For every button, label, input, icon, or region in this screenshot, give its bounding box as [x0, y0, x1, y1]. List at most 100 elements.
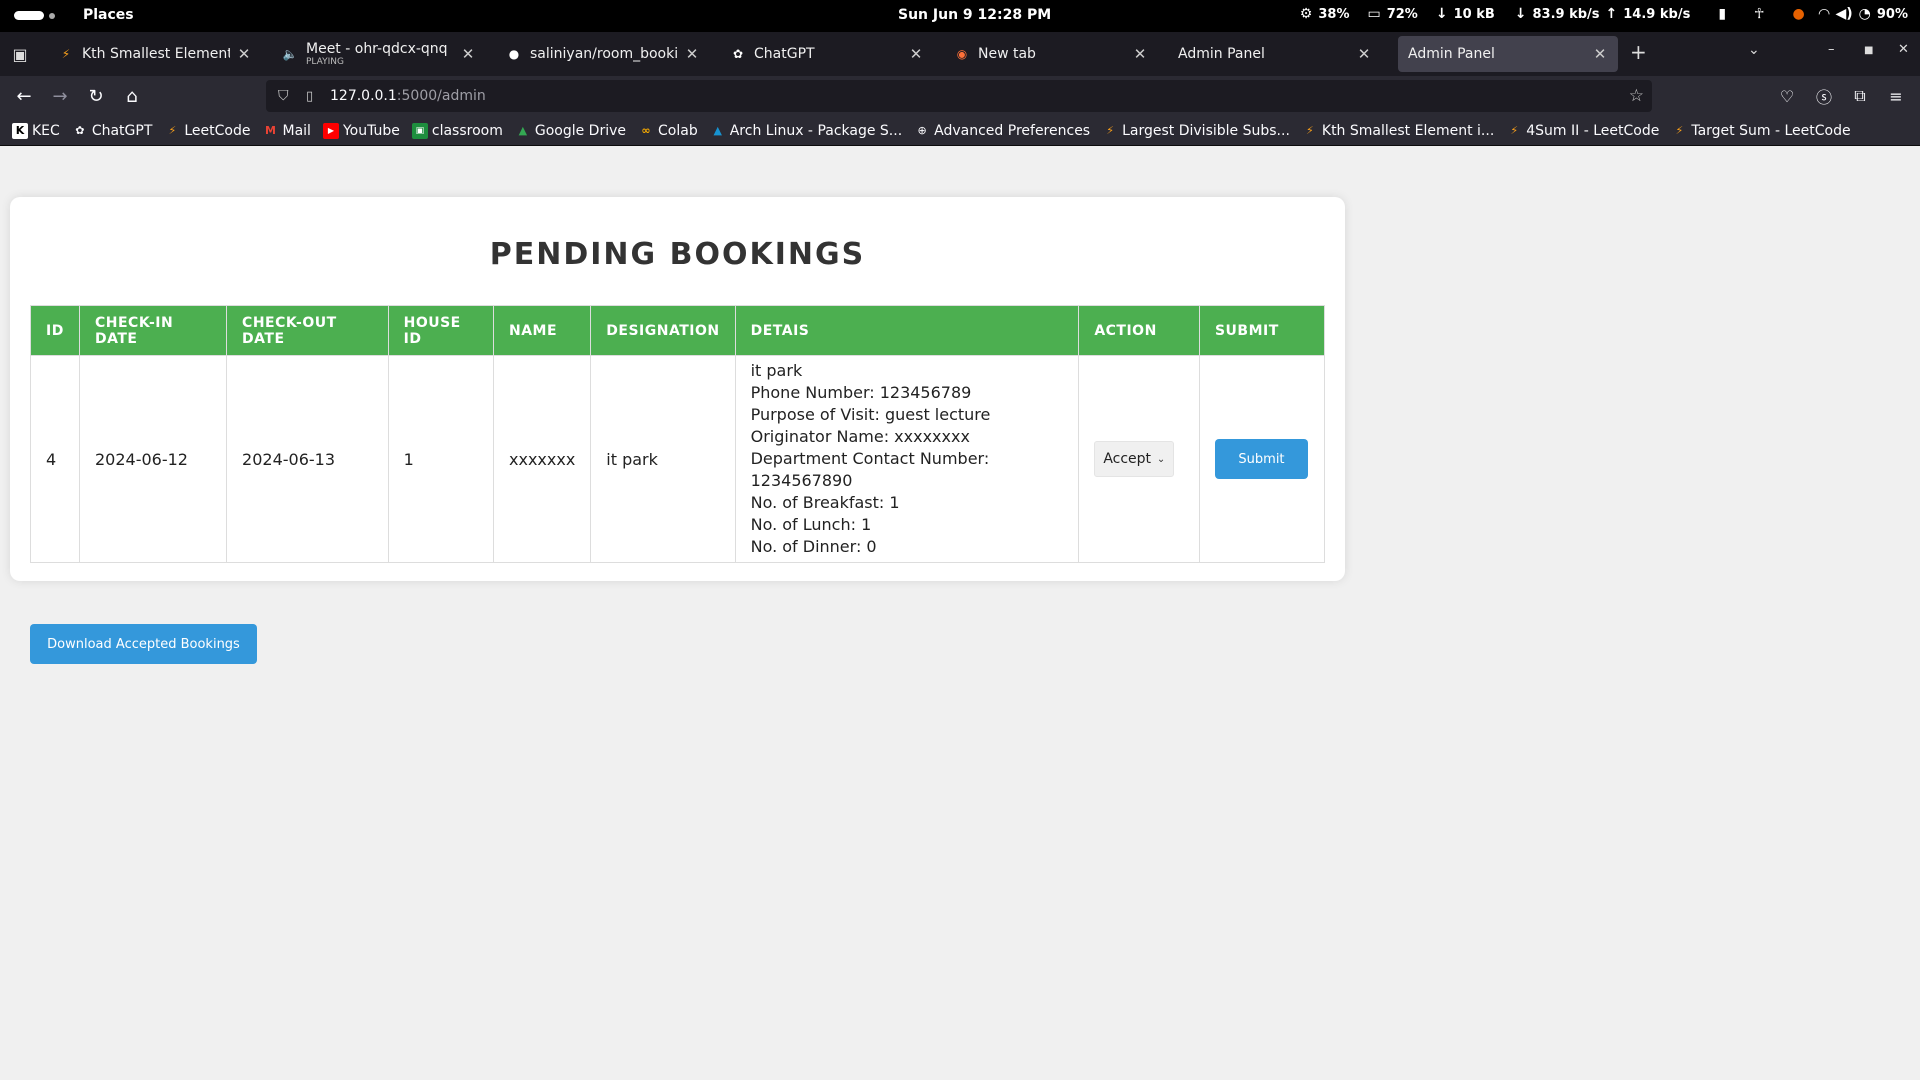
column-header-details: Detais — [734, 305, 1080, 356]
bookmark-arch-linux[interactable]: ▲ Arch Linux - Package S... — [710, 123, 902, 139]
submit-button[interactable]: Submit — [1214, 439, 1308, 479]
bookmark-classroom[interactable]: ▣ classroom — [411, 122, 503, 139]
browser-tab-strip: ▣ ⚡ Kth Smallest Element in a ✕ 🔈 Meet -… — [0, 32, 1920, 76]
details-dept-contact: Department Contact Number: 1234567890 — [750, 449, 990, 490]
tab-title: Admin Panel — [1408, 46, 1495, 62]
menu-icon[interactable]: ≡ — [1884, 84, 1908, 108]
new-tab-icon[interactable]: + — [1630, 40, 1647, 64]
bookmark-youtube[interactable]: ▶ YouTube — [322, 122, 400, 139]
places-menu[interactable]: Places — [83, 7, 134, 23]
volume-icon[interactable]: ◀) — [1835, 6, 1852, 22]
close-tab-icon[interactable]: ✕ — [236, 45, 252, 63]
page-viewport: PENDING BOOKINGS ID Check-in Date Check-… — [0, 147, 1920, 1080]
privacy-indicator-icon[interactable]: ● — [1792, 6, 1804, 22]
wifi-icon[interactable]: ◠ — [1819, 6, 1830, 22]
battery-level: 90% — [1876, 6, 1908, 22]
bookmark-star-icon[interactable]: ☆ — [1629, 86, 1644, 106]
tab-admin-panel[interactable]: Admin Panel ✕ — [1168, 36, 1382, 72]
bookmark-kth-smallest[interactable]: ⚡ Kth Smallest Element i... — [1302, 123, 1494, 139]
maximize-icon[interactable]: ■ — [1864, 45, 1873, 56]
close-window-icon[interactable]: ✕ — [1898, 42, 1909, 57]
classroom-icon: ▣ — [411, 122, 428, 139]
bookmark-label: Colab — [658, 122, 698, 139]
chatgpt-icon: ✿ — [75, 124, 85, 137]
activities-indicator[interactable] — [14, 11, 55, 20]
page-title: PENDING BOOKINGS — [489, 237, 866, 272]
bookmark-label: Arch Linux - Package S... — [729, 122, 903, 139]
tab-meet[interactable]: 🔈 Meet - ohr-qdcx-qnq PLAYING ✕ — [272, 36, 486, 72]
bookmark-colab[interactable]: ∞ Colab — [638, 122, 698, 139]
bookmark-4sum-ii[interactable]: ⚡ 4Sum II - LeetCode — [1506, 123, 1659, 139]
forward-icon[interactable]: → — [48, 84, 72, 108]
workspace-active-indicator — [14, 11, 44, 20]
bookmark-mail[interactable]: M Mail — [263, 123, 311, 139]
column-header-designation: Designation — [590, 305, 736, 356]
bookmark-label: Kth Smallest Element i... — [1321, 122, 1495, 139]
clipboard-icon[interactable]: ▮ — [1718, 6, 1726, 22]
clock[interactable]: Sun Jun 9 12:28 PM — [898, 7, 1051, 23]
column-header-checkin: Check-in Date — [78, 305, 228, 356]
close-tab-icon[interactable]: ✕ — [460, 45, 476, 63]
close-tab-icon[interactable]: ✕ — [1592, 45, 1608, 63]
minimize-icon[interactable]: – — [1828, 42, 1835, 57]
tab-chatgpt[interactable]: ✿ ChatGPT ✕ — [720, 36, 934, 72]
tab-github[interactable]: ● saliniyan/room_booking ✕ — [496, 36, 710, 72]
column-header-id: ID — [30, 305, 80, 356]
details-breakfast: No. of Breakfast: 1 — [750, 493, 900, 512]
disk-icon: ↓ — [1435, 6, 1448, 22]
leetcode-icon: ⚡ — [1675, 124, 1684, 137]
system-tray[interactable]: ⚙ 38% ▭ 72% ↓ 10 kB ↓ 83.9 kb/s ↑ 14.9 k… — [1300, 6, 1908, 22]
drive-icon: ▲ — [518, 124, 528, 137]
cell-name: xxxxxxx — [492, 355, 592, 563]
close-tab-icon[interactable]: ✕ — [684, 45, 700, 63]
tab-kth-smallest[interactable]: ⚡ Kth Smallest Element in a ✕ — [48, 36, 262, 72]
download-accepted-bookings-button[interactable]: Download Accepted Bookings — [30, 624, 257, 664]
tab-playing-label: PLAYING — [306, 57, 344, 67]
accessibility-icon[interactable]: ☥ — [1754, 6, 1764, 22]
reload-icon[interactable]: ↻ — [84, 84, 108, 108]
address-bar[interactable]: ⛉ ▯ 127.0.0.1:5000/admin ☆ — [266, 80, 1652, 112]
leetcode-icon: ⚡ — [1306, 124, 1314, 137]
close-tab-icon[interactable]: ✕ — [908, 45, 924, 63]
account-icon[interactable]: ⓢ — [1812, 84, 1836, 108]
extensions-icon[interactable]: ⧉ — [1848, 84, 1872, 108]
close-tab-icon[interactable]: ✕ — [1356, 45, 1372, 63]
home-icon[interactable]: ⌂ — [120, 84, 144, 108]
tab-new-tab[interactable]: ◉ New tab ✕ — [944, 36, 1158, 72]
upload-speed-icon: ↑ — [1605, 6, 1618, 22]
bookmark-advanced-preferences[interactable]: ⊕ Advanced Preferences — [914, 123, 1091, 139]
bookmark-chatgpt[interactable]: ✿ ChatGPT — [72, 123, 152, 139]
details-organization: it park — [750, 361, 803, 380]
close-tab-icon[interactable]: ✕ — [1132, 45, 1148, 63]
bookmark-largest-divisible[interactable]: ⚡ Largest Divisible Subs... — [1102, 123, 1290, 139]
details-originator: Originator Name: xxxxxxxx — [750, 427, 970, 446]
battery-icon[interactable]: ◔ — [1859, 6, 1871, 22]
bookmark-label: Target Sum - LeetCode — [1691, 122, 1851, 139]
download-speed-icon: ↓ — [1514, 6, 1527, 22]
bookmark-leetcode[interactable]: ⚡ LeetCode — [164, 123, 251, 139]
bookmark-google-drive[interactable]: ▲ Google Drive — [515, 123, 626, 139]
cell-submit: Submit — [1198, 355, 1326, 563]
firefox-view-icon[interactable]: ▣ — [0, 32, 40, 76]
page-info-icon[interactable]: ▯ — [306, 89, 322, 104]
bookmark-label: YouTube — [342, 122, 400, 139]
leetcode-icon: ⚡ — [1510, 124, 1519, 137]
leetcode-icon: ⚡ — [168, 124, 177, 137]
back-icon[interactable]: ← — [12, 84, 36, 108]
speaker-icon[interactable]: 🔈 — [282, 46, 298, 62]
url-path: :5000/admin — [396, 88, 486, 104]
pocket-icon[interactable]: ♡ — [1775, 84, 1799, 108]
column-header-name: Name — [492, 305, 592, 356]
bookmark-target-sum[interactable]: ⚡ Target Sum - LeetCode — [1671, 123, 1850, 139]
column-header-submit: Submit — [1198, 305, 1326, 356]
list-all-tabs-icon[interactable]: ⌄ — [1748, 42, 1760, 58]
github-icon: ● — [508, 47, 520, 61]
firefox-icon: ◉ — [956, 47, 968, 61]
bookmark-label: classroom — [431, 122, 503, 139]
bookmark-kec[interactable]: K KEC — [12, 122, 60, 139]
url-text[interactable]: 127.0.0.1:5000/admin — [330, 88, 486, 104]
action-select[interactable]: Accept ⌄ — [1094, 441, 1175, 477]
tracking-protection-icon[interactable]: ⛉ — [278, 88, 296, 104]
cpu-usage: 38% — [1318, 6, 1350, 22]
tab-admin-panel-active[interactable]: Admin Panel ✕ — [1398, 36, 1618, 72]
